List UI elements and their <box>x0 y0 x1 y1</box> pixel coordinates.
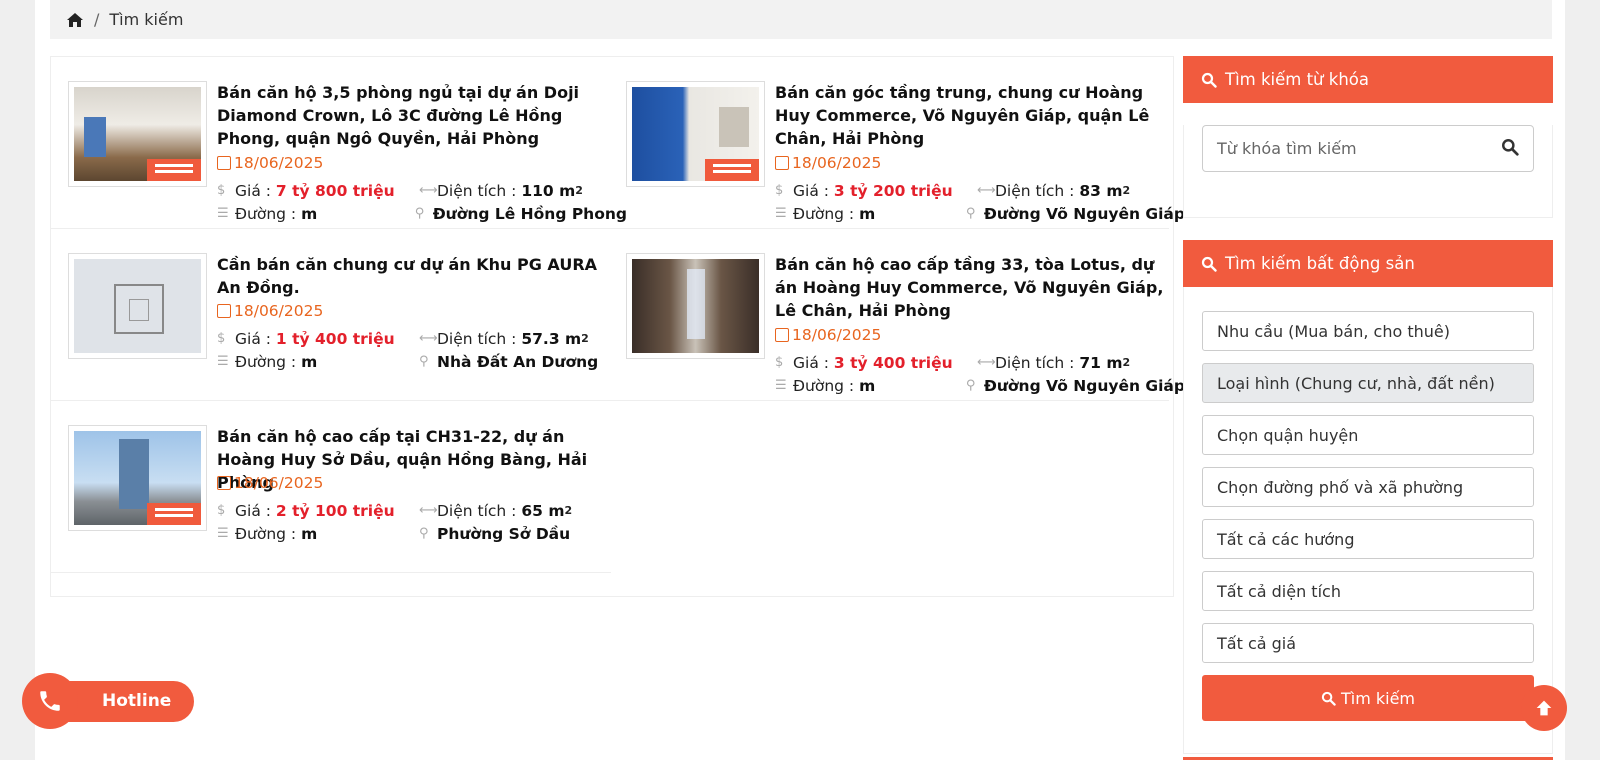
listing-meta: $ Giá : 2 tỷ 100 triệu ⟷ Diện tích : 65 m2… <box>217 501 573 543</box>
calendar-icon <box>217 156 231 170</box>
calendar-icon <box>775 328 789 342</box>
arrow-up-icon <box>1536 700 1552 716</box>
calendar-icon <box>217 476 231 490</box>
sliders-icon: ☰ <box>217 354 229 369</box>
listing-location: Nhà Đất An Dương <box>437 352 599 371</box>
calendar-icon <box>775 156 789 170</box>
sliders-icon: ☰ <box>775 378 787 393</box>
keyword-panel-body: Từ khóa tìm kiếm <box>1183 125 1553 218</box>
listing-card[interactable]: Bán căn góc tầng trung, chung cư Hoàng H… <box>609 57 1185 229</box>
search-icon <box>1321 691 1336 706</box>
listing-meta: $ Giá : 3 tỷ 200 triệu ⟷ Diện tích : 83 m2… <box>775 181 1185 223</box>
phone-icon <box>22 673 78 729</box>
listing-meta: $ Giá : 1 tỷ 400 triệu ⟷ Diện tích : 57.3 … <box>217 329 599 371</box>
listing-title[interactable]: Bán căn hộ cao cấp tầng 33, tòa Lotus, d… <box>775 253 1165 322</box>
hotline-label: Hotline <box>102 691 172 711</box>
listing-thumbnail[interactable] <box>68 81 207 187</box>
sliders-icon: ☰ <box>775 206 787 221</box>
listing-card[interactable]: Cần bán căn chung cư dự án Khu PG AURA A… <box>51 229 611 401</box>
listing-thumbnail[interactable] <box>626 81 765 187</box>
listing-location: Đường Võ Nguyên Giáp <box>983 376 1185 395</box>
listing-title[interactable]: Bán căn hộ 3,5 phòng ngủ tại dự án Doji … <box>217 81 607 150</box>
listing-title[interactable]: Cần bán căn chung cư dự án Khu PG AURA A… <box>217 253 607 299</box>
arrows-h-icon: ⟷ <box>419 183 438 198</box>
keyword-panel-title: Tìm kiếm từ khóa <box>1225 70 1369 89</box>
map-marker-icon: ⚲ <box>965 206 976 221</box>
search-icon[interactable] <box>1501 138 1519 160</box>
sliders-icon: ☰ <box>217 526 229 541</box>
listing-date: 18/06/2025 <box>775 154 881 172</box>
keyword-search-input[interactable]: Từ khóa tìm kiếm <box>1202 125 1534 172</box>
street-select[interactable]: Chọn đường phố và xã phường <box>1202 467 1534 507</box>
listing-price: 3 tỷ 200 triệu <box>833 181 953 200</box>
listing-location: Phường Sở Dầu <box>437 524 571 543</box>
listing-date: 18/06/2025 <box>217 154 323 172</box>
listing-price: 2 tỷ 100 triệu <box>275 501 395 520</box>
listing-thumbnail[interactable] <box>68 253 207 359</box>
breadcrumb-separator: / <box>94 10 100 29</box>
filter-panel-header: Tìm kiếm bất động sản <box>1183 240 1553 287</box>
listing-area: 57.3 m <box>521 329 582 348</box>
search-icon <box>1201 72 1217 88</box>
listing-date: 18/06/2025 <box>217 302 323 320</box>
dollar-icon: $ <box>217 183 226 198</box>
district-select[interactable]: Chọn quận huyện <box>1202 415 1534 455</box>
sliders-icon: ☰ <box>217 206 229 221</box>
listing-results: Bán căn hộ 3,5 phòng ngủ tại dự án Doji … <box>50 56 1185 597</box>
arrows-h-icon: ⟷ <box>419 503 438 518</box>
search-submit-button[interactable]: Tìm kiếm <box>1202 675 1534 721</box>
listing-card[interactable]: Bán căn hộ cao cấp tại CH31-22, dự án Ho… <box>51 401 611 573</box>
listing-date: 18/06/2025 <box>217 474 323 492</box>
listing-location: Đường Lê Hồng Phong <box>432 204 627 223</box>
listing-price: 7 tỷ 800 triệu <box>275 181 395 200</box>
filter-panel-title: Tìm kiếm bất động sản <box>1225 254 1415 273</box>
area-select[interactable]: Tất cả diện tích <box>1202 571 1534 611</box>
map-marker-icon: ⚲ <box>419 354 429 369</box>
price-select[interactable]: Tất cả giá <box>1202 623 1534 663</box>
search-icon <box>1201 256 1217 272</box>
listing-thumbnail[interactable] <box>626 253 765 359</box>
breadcrumb: / Tìm kiếm <box>50 0 1552 39</box>
direction-select[interactable]: Tất cả các hướng <box>1202 519 1534 559</box>
listing-card[interactable]: Bán căn hộ cao cấp tầng 33, tòa Lotus, d… <box>609 229 1185 401</box>
dollar-icon: $ <box>775 355 784 370</box>
listing-meta: $ Giá : 7 tỷ 800 triệu ⟷ Diện tích : 110 m… <box>217 181 627 223</box>
map-marker-icon: ⚲ <box>419 526 429 541</box>
listing-area: 71 m <box>1079 353 1123 372</box>
listing-meta: $ Giá : 3 tỷ 400 triệu ⟷ Diện tích : 71 m2… <box>775 353 1185 395</box>
calendar-icon <box>217 304 231 318</box>
map-marker-icon: ⚲ <box>414 206 425 221</box>
breadcrumb-current: Tìm kiếm <box>109 10 184 29</box>
listing-date: 18/06/2025 <box>775 326 881 344</box>
listing-title[interactable]: Bán căn góc tầng trung, chung cư Hoàng H… <box>775 81 1165 150</box>
search-sidebar: Tìm kiếm từ khóa Từ khóa tìm kiếm Tìm ki… <box>1183 56 1553 754</box>
need-select[interactable]: Nhu cầu (Mua bán, cho thuê) <box>1202 311 1534 351</box>
listing-area: 65 m <box>521 501 565 520</box>
home-icon[interactable] <box>66 11 84 29</box>
type-select[interactable]: Loại hình (Chung cư, nhà, đất nền) <box>1202 363 1534 403</box>
listing-price: 3 tỷ 400 triệu <box>833 353 953 372</box>
back-to-top-button[interactable] <box>1521 685 1567 731</box>
listing-card[interactable]: Bán căn hộ 3,5 phòng ngủ tại dự án Doji … <box>51 57 627 229</box>
listing-thumbnail[interactable] <box>68 425 207 531</box>
arrows-h-icon: ⟷ <box>419 331 438 346</box>
keyword-panel-header: Tìm kiếm từ khóa <box>1183 56 1553 103</box>
listing-area: 83 m <box>1079 181 1123 200</box>
filter-panel-body: Nhu cầu (Mua bán, cho thuê) Loại hình (C… <box>1183 287 1553 754</box>
dollar-icon: $ <box>775 183 784 198</box>
dollar-icon: $ <box>217 503 226 518</box>
hotline-button[interactable]: Hotline <box>22 672 194 730</box>
listing-area: 110 m <box>521 181 576 200</box>
arrows-h-icon: ⟷ <box>977 355 996 370</box>
arrows-h-icon: ⟷ <box>977 183 996 198</box>
listing-location: Đường Võ Nguyên Giáp <box>983 204 1185 223</box>
map-marker-icon: ⚲ <box>965 378 976 393</box>
listing-price: 1 tỷ 400 triệu <box>275 329 395 348</box>
dollar-icon: $ <box>217 331 226 346</box>
page-container: / Tìm kiếm Bán căn hộ 3,5 phòng ngủ tại … <box>35 0 1565 760</box>
